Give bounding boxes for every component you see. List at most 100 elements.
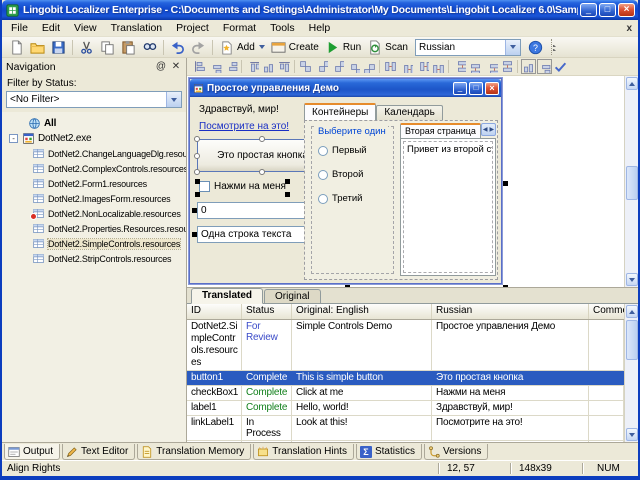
selection-handle[interactable] xyxy=(194,153,200,159)
add-button[interactable]: Add xyxy=(216,38,268,56)
align-middles-icon[interactable] xyxy=(260,59,276,75)
size-to-text-icon[interactable] xyxy=(361,59,377,75)
scrollbar-thumb[interactable] xyxy=(626,320,638,360)
table-row[interactable]: label1 Complete Hello, world! Здравствуй… xyxy=(187,401,624,416)
selection-handle[interactable] xyxy=(285,192,290,197)
tree-item-resource[interactable]: DotNet2.ImagesForm.resources xyxy=(2,191,186,206)
center-horizontally-icon[interactable] xyxy=(520,59,536,75)
tab-calendar[interactable]: Календарь xyxy=(376,105,442,120)
save-button[interactable] xyxy=(48,38,69,56)
tab-text-editor[interactable]: Text Editor xyxy=(62,444,135,460)
tab-output[interactable]: Output xyxy=(4,444,60,460)
selection-handle[interactable] xyxy=(259,169,265,175)
menu-edit[interactable]: Edit xyxy=(35,21,67,35)
make-same-width-icon[interactable] xyxy=(297,59,313,75)
align-centers-icon[interactable] xyxy=(207,59,223,75)
click-me-checkbox[interactable]: Нажми на меня xyxy=(199,181,286,192)
tree-item-all[interactable]: All xyxy=(2,116,186,131)
radio-first[interactable]: Первый xyxy=(318,145,367,156)
scan-button[interactable]: Scan xyxy=(364,38,411,56)
selection-handle[interactable] xyxy=(194,169,200,175)
table-row[interactable]: DotNet2.SimpleControls.resources For Rev… xyxy=(187,320,624,371)
remove-horizontal-spacing-icon[interactable] xyxy=(430,59,446,75)
open-button[interactable] xyxy=(27,38,48,56)
tree-item-resource-nonlocalizable[interactable]: DotNet2.NonLocalizable.resources xyxy=(2,206,186,221)
selection-handle[interactable] xyxy=(192,232,197,237)
size-to-grid-icon[interactable] xyxy=(313,59,329,75)
tree-item-resource[interactable]: DotNet2.Form1.resources xyxy=(2,176,186,191)
create-button[interactable]: Create xyxy=(268,38,322,56)
align-bottoms-icon[interactable] xyxy=(276,59,292,75)
selection-handle[interactable] xyxy=(503,285,508,288)
selection-handle[interactable] xyxy=(194,136,200,142)
collapse-icon[interactable]: - xyxy=(9,134,18,143)
grid-vertical-scrollbar[interactable] xyxy=(624,304,638,442)
new-document-button[interactable] xyxy=(6,38,27,56)
status-filter-combobox[interactable]: <No Filter> xyxy=(6,91,182,108)
run-button[interactable]: Run xyxy=(322,38,364,56)
find-button[interactable] xyxy=(139,38,160,56)
form-designer-canvas[interactable]: Простое управления Демо _ □ × Здравствуй… xyxy=(187,76,638,288)
column-status[interactable]: Status xyxy=(242,304,292,319)
preview-dialog[interactable]: Простое управления Демо _ □ × Здравствуй… xyxy=(189,78,502,284)
preview-maximize-button[interactable]: □ xyxy=(469,82,483,95)
increase-horizontal-spacing-icon[interactable] xyxy=(398,59,414,75)
menu-format[interactable]: Format xyxy=(216,21,263,35)
tree-item-resource-selected[interactable]: DotNet2.SimpleControls.resources xyxy=(2,236,186,251)
tab-second-page[interactable]: Вторая страница xyxy=(400,123,481,138)
scroll-left-icon[interactable]: ◀ xyxy=(483,126,488,133)
selection-handle[interactable] xyxy=(503,181,508,186)
redo-button[interactable] xyxy=(188,38,209,56)
decrease-horizontal-spacing-icon[interactable] xyxy=(414,59,430,75)
align-tops-icon[interactable] xyxy=(244,59,260,75)
radio-third[interactable]: Третий xyxy=(318,193,363,204)
table-row[interactable]: checkBox1 Complete Click at me Нажми на … xyxy=(187,386,624,401)
menubar-close-icon[interactable]: x xyxy=(626,23,632,34)
toolbar-options-grip[interactable] xyxy=(551,39,558,55)
equal-horizontal-spacing-icon[interactable] xyxy=(382,59,398,75)
undo-button[interactable] xyxy=(167,38,188,56)
make-same-size-icon[interactable] xyxy=(345,59,361,75)
maximize-button[interactable]: □ xyxy=(599,3,616,17)
remove-vertical-spacing-icon[interactable] xyxy=(499,59,515,75)
selection-handle[interactable] xyxy=(192,208,197,213)
increase-vertical-spacing-icon[interactable] xyxy=(467,59,483,75)
check-translation-icon[interactable] xyxy=(552,59,568,75)
help-button[interactable] xyxy=(525,38,546,56)
radio-icon[interactable] xyxy=(318,194,328,204)
column-russian[interactable]: Russian xyxy=(432,304,589,319)
scrollbar-thumb[interactable] xyxy=(626,166,638,200)
scroll-down-icon[interactable] xyxy=(626,273,638,286)
align-lefts-icon[interactable] xyxy=(191,59,207,75)
align-rights-icon[interactable] xyxy=(223,59,239,75)
selection-handle[interactable] xyxy=(195,192,200,197)
selection-handle[interactable] xyxy=(345,285,350,288)
tab-translated[interactable]: Translated xyxy=(191,288,263,304)
checkbox-box[interactable] xyxy=(199,181,210,192)
selection-handle[interactable] xyxy=(259,136,265,142)
menu-file[interactable]: File xyxy=(4,21,35,35)
radio-icon[interactable] xyxy=(318,170,328,180)
scroll-up-icon[interactable] xyxy=(626,305,638,318)
radio-icon[interactable] xyxy=(318,146,328,156)
decrease-vertical-spacing-icon[interactable] xyxy=(483,59,499,75)
paste-button[interactable] xyxy=(118,38,139,56)
scroll-right-icon[interactable]: ▶ xyxy=(489,126,494,133)
menu-view[interactable]: View xyxy=(67,21,104,35)
cut-button[interactable] xyxy=(76,38,97,56)
selection-handle[interactable] xyxy=(285,179,290,184)
tab-containers[interactable]: Контейнеры xyxy=(304,103,376,120)
menu-project[interactable]: Project xyxy=(169,21,216,35)
tab-original[interactable]: Original xyxy=(264,289,320,303)
window-titlebar[interactable]: Lingobit Localizer Enterprise - C:\Docum… xyxy=(2,0,638,20)
tree-item-resource[interactable]: DotNet2.StripControls.resources xyxy=(2,251,186,266)
selection-handle[interactable] xyxy=(195,179,200,184)
tab-translation-hints[interactable]: Translation Hints xyxy=(253,444,354,460)
column-original[interactable]: Original: English xyxy=(292,304,432,319)
tree-item-resource[interactable]: DotNet2.ChangeLanguageDlg.resources xyxy=(2,146,186,161)
combobox-arrow[interactable] xyxy=(166,92,181,107)
pin-icon[interactable]: @ xyxy=(155,61,167,72)
tab-statistics[interactable]: ΣStatistics xyxy=(356,444,422,460)
table-row[interactable]: linkLabel1 In Process Look at this! Посм… xyxy=(187,416,624,441)
scroll-down-icon[interactable] xyxy=(626,428,638,441)
